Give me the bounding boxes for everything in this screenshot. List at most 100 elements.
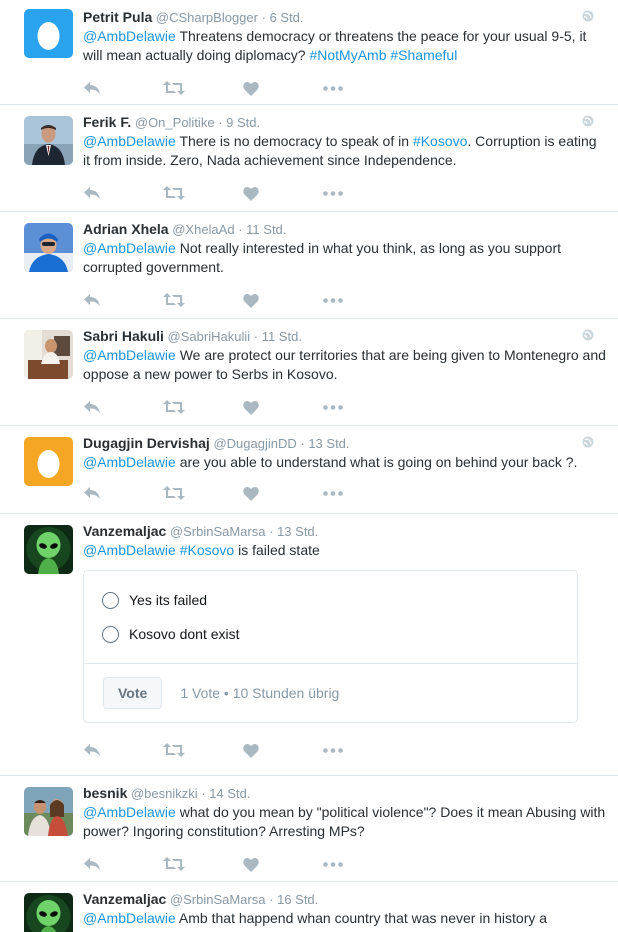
like-button[interactable] bbox=[243, 290, 323, 310]
radio-button[interactable] bbox=[102, 591, 119, 609]
user-handle[interactable]: @SrbinSaMarsa bbox=[170, 892, 266, 907]
poll-option-label: Kosovo dont exist bbox=[129, 626, 240, 642]
like-button[interactable] bbox=[243, 397, 323, 417]
avatar[interactable] bbox=[24, 437, 73, 486]
user-name[interactable]: Adrian Xhela bbox=[83, 221, 169, 237]
reply-button[interactable] bbox=[83, 483, 163, 503]
more-button[interactable] bbox=[323, 854, 403, 874]
avatar[interactable] bbox=[24, 787, 73, 836]
user-name[interactable]: Sabri Hakuli bbox=[83, 328, 164, 344]
user-name[interactable]: Vanzemaljac bbox=[83, 523, 166, 539]
avatar[interactable] bbox=[24, 9, 73, 58]
user-name[interactable]: Dugagjin Dervishaj bbox=[83, 435, 210, 451]
more-button[interactable] bbox=[323, 740, 403, 760]
hashtag-link[interactable]: #Kosovo bbox=[180, 542, 234, 558]
separator-dot: · bbox=[201, 786, 206, 801]
mention-link[interactable]: @AmbDelawie bbox=[83, 28, 176, 44]
retweet-button[interactable] bbox=[163, 483, 243, 503]
more-button[interactable] bbox=[323, 290, 403, 310]
retweet-button[interactable] bbox=[163, 397, 243, 417]
tweet-time[interactable]: 9 Std. bbox=[226, 115, 260, 130]
reply-icon bbox=[84, 82, 100, 94]
reply-button[interactable] bbox=[83, 740, 163, 760]
more-button[interactable] bbox=[323, 483, 403, 503]
text-span: Amb that happend whan country that was n… bbox=[175, 910, 548, 926]
tweet[interactable]: Ferik F. @On_Politike · 9 Std. @AmbDelaw… bbox=[0, 105, 618, 212]
tweet[interactable]: Vanzemaljac @SrbinSaMarsa · 16 Std. @Amb… bbox=[0, 882, 618, 932]
mention-link[interactable]: @AmbDelawie bbox=[83, 133, 176, 149]
retweet-button[interactable] bbox=[163, 78, 243, 98]
retweet-button[interactable] bbox=[163, 854, 243, 874]
reply-button[interactable] bbox=[83, 183, 163, 203]
like-button[interactable] bbox=[243, 183, 323, 203]
mention-link[interactable]: @AmbDelawie bbox=[83, 240, 176, 256]
hashtag-link[interactable]: #NotMyAmb bbox=[309, 47, 386, 63]
user-handle[interactable]: @besnikzki bbox=[131, 786, 198, 801]
tweet[interactable]: besnik @besnikzki · 14 Std. @AmbDelawie … bbox=[0, 776, 618, 882]
tweet-time[interactable]: 14 Std. bbox=[209, 786, 250, 801]
retweet-button[interactable] bbox=[163, 183, 243, 203]
reply-button[interactable] bbox=[83, 397, 163, 417]
retweet-button[interactable] bbox=[163, 740, 243, 760]
more-button[interactable] bbox=[323, 78, 403, 98]
tweet-time[interactable]: 11 Std. bbox=[262, 329, 302, 344]
like-button[interactable] bbox=[243, 78, 323, 98]
like-button[interactable] bbox=[243, 740, 323, 760]
mention-link[interactable]: @AmbDelawie bbox=[83, 454, 176, 470]
tweet[interactable]: Dugagjin Dervishaj @DugagjinDD · 13 Std.… bbox=[0, 426, 618, 514]
more-button[interactable] bbox=[323, 397, 403, 417]
mention-link[interactable]: @AmbDelawie bbox=[83, 910, 176, 926]
reply-button[interactable] bbox=[83, 854, 163, 874]
avatar[interactable] bbox=[24, 116, 73, 165]
avatar[interactable] bbox=[24, 330, 73, 379]
user-handle[interactable]: @On_Politike bbox=[135, 115, 215, 130]
tweet-header: Vanzemaljac @SrbinSaMarsa · 13 Std. bbox=[83, 522, 606, 541]
tweet[interactable]: Adrian Xhela @XhelaAd · 11 Std. @AmbDela… bbox=[0, 212, 618, 319]
tweet-time[interactable]: 13 Std. bbox=[308, 436, 349, 451]
user-name[interactable]: Ferik F. bbox=[83, 114, 131, 130]
user-handle[interactable]: @XhelaAd bbox=[172, 222, 234, 237]
text-span: There is no democracy to speak of in bbox=[175, 133, 413, 149]
hashtag-link[interactable]: #Kosovo bbox=[413, 133, 467, 149]
user-name[interactable]: Vanzemaljac bbox=[83, 891, 166, 907]
tweet-time[interactable]: 11 Std. bbox=[246, 222, 286, 237]
mention-link[interactable]: @AmbDelawie bbox=[83, 804, 176, 820]
user-name[interactable]: besnik bbox=[83, 785, 127, 801]
user-handle[interactable]: @CSharpBlogger bbox=[156, 10, 258, 25]
tweet-time[interactable]: 16 Std. bbox=[277, 892, 318, 907]
user-handle[interactable]: @DugagjinDD bbox=[213, 436, 296, 451]
retweet-icon bbox=[163, 293, 185, 307]
user-handle[interactable]: @SrbinSaMarsa bbox=[170, 524, 266, 539]
more-button[interactable] bbox=[323, 183, 403, 203]
timeline: Petrit Pula @CSharpBlogger · 6 Std. @Amb… bbox=[0, 0, 618, 932]
vote-button[interactable]: Vote bbox=[103, 677, 163, 709]
retweet-button[interactable] bbox=[163, 290, 243, 310]
separator-dot: · bbox=[269, 524, 274, 539]
like-button[interactable] bbox=[243, 854, 323, 874]
avatar[interactable] bbox=[24, 525, 73, 574]
radio-button[interactable] bbox=[102, 625, 119, 643]
mention-link[interactable]: @AmbDelawie bbox=[83, 542, 176, 558]
tweet[interactable]: Petrit Pula @CSharpBlogger · 6 Std. @Amb… bbox=[0, 0, 618, 105]
tweet[interactable]: Vanzemaljac @SrbinSaMarsa · 13 Std. @Amb… bbox=[0, 514, 618, 776]
poll-option[interactable]: Yes its failed bbox=[102, 583, 559, 617]
tweet-actions bbox=[83, 73, 606, 103]
tweet-text: @AmbDelawie Threatens democracy or threa… bbox=[83, 27, 606, 65]
poll-option[interactable]: Kosovo dont exist bbox=[102, 617, 559, 651]
reply-button[interactable] bbox=[83, 290, 163, 310]
hashtag-link[interactable]: #Shameful bbox=[390, 47, 457, 63]
heart-icon bbox=[243, 186, 259, 201]
tweet-time[interactable]: 6 Std. bbox=[270, 10, 304, 25]
like-button[interactable] bbox=[243, 483, 323, 503]
tweet-time[interactable]: 13 Std. bbox=[277, 524, 318, 539]
mention-link[interactable]: @AmbDelawie bbox=[83, 347, 176, 363]
user-name[interactable]: Petrit Pula bbox=[83, 9, 152, 25]
avatar[interactable] bbox=[24, 893, 73, 932]
reply-icon bbox=[84, 187, 100, 199]
reply-button[interactable] bbox=[83, 78, 163, 98]
avatar[interactable] bbox=[24, 223, 73, 272]
tweet-text: @AmbDelawie There is no democracy to spe… bbox=[83, 132, 606, 170]
user-handle[interactable]: @SabriHakulii bbox=[168, 329, 251, 344]
tweet[interactable]: Sabri Hakuli @SabriHakulii · 11 Std. @Am… bbox=[0, 319, 618, 426]
poll-card: Yes its failed Kosovo dont exist Vote 1 … bbox=[83, 570, 578, 723]
